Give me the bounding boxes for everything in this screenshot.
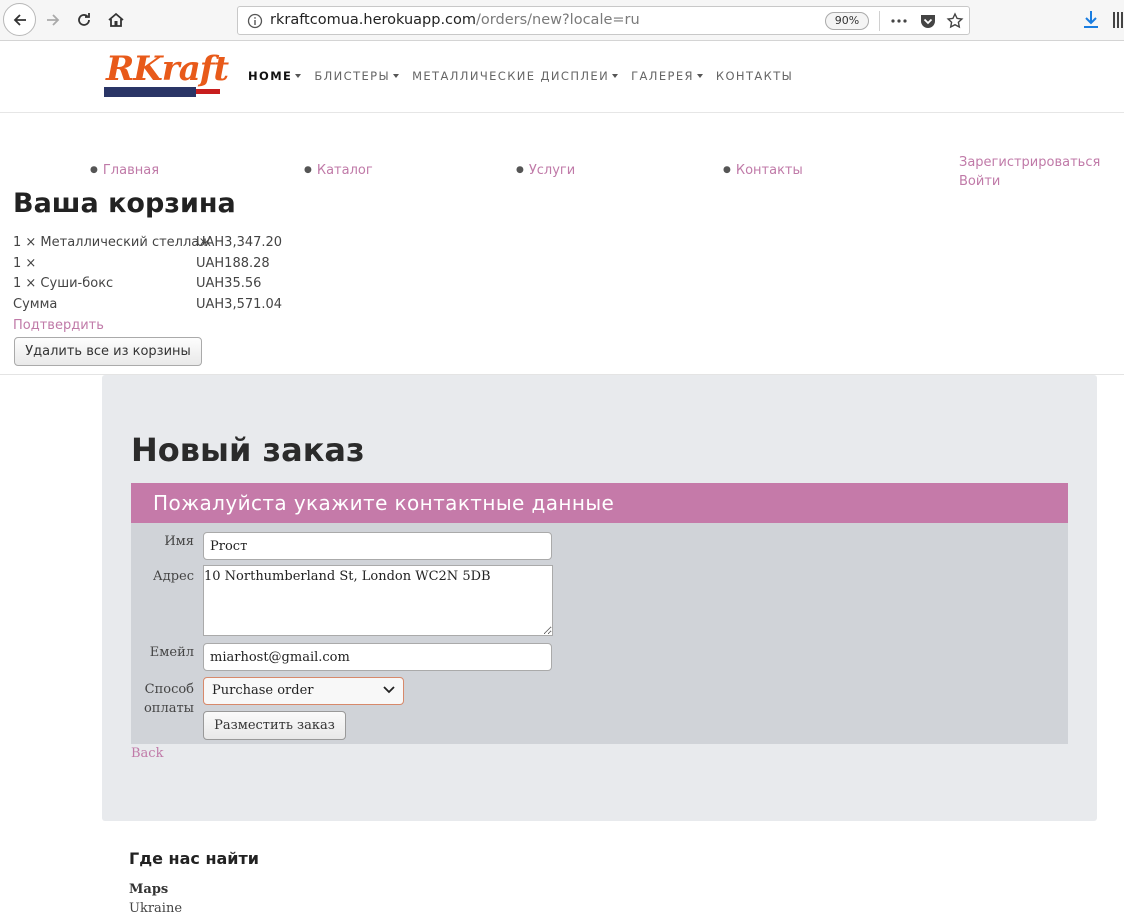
download-icon[interactable] bbox=[1082, 10, 1100, 30]
arrow-left-icon bbox=[13, 13, 26, 26]
info-icon[interactable] bbox=[247, 13, 263, 29]
order-form: Имя Адрес 10 Northumberland St, London W… bbox=[131, 523, 1068, 744]
bookmark-star-icon[interactable] bbox=[946, 12, 964, 30]
nav-contacts-label: КОНТАКТЫ bbox=[715, 69, 794, 83]
nav-contacts[interactable]: КОНТАКТЫ bbox=[716, 69, 793, 83]
cart-item-price: UAH3,347.20 bbox=[196, 235, 283, 250]
place-order-button[interactable]: Разместить заказ bbox=[203, 711, 346, 740]
payment-label: Способ оплаты bbox=[144, 680, 194, 718]
bullet-icon: ● bbox=[90, 165, 98, 175]
address-textarea[interactable]: 10 Northumberland St, London WC2N 5DB bbox=[203, 565, 553, 636]
clear-cart-button[interactable]: Удалить все из корзины bbox=[14, 337, 202, 366]
reload-icon bbox=[78, 13, 90, 26]
contact-banner-text: Пожалуйста укажите контактные данные bbox=[153, 491, 615, 515]
url-host: rkraftcomua.herokuapp.com bbox=[270, 12, 477, 28]
caret-down-icon bbox=[393, 74, 400, 78]
order-title: Новый заказ bbox=[131, 431, 365, 469]
payment-label-line-1: Способ bbox=[144, 682, 194, 697]
more-actions-icon[interactable] bbox=[890, 12, 908, 30]
site-header: RKraft HOME БЛИСТЕРЫ МЕТАЛЛИЧЕСКИЕ ДИСПЛ… bbox=[0, 41, 1124, 113]
cart-item-name: 1 × Металлический стеллаж bbox=[13, 235, 211, 250]
nav-blisters[interactable]: БЛИСТЕРЫ bbox=[314, 69, 400, 83]
browser-toolbar: rkraftcomua.herokuapp.com/orders/new?loc… bbox=[0, 0, 1124, 41]
subnav-item-services[interactable]: ● Услуги bbox=[516, 163, 575, 178]
bullet-icon: ● bbox=[723, 165, 731, 175]
cart-total-value: UAH3,571.04 bbox=[196, 296, 283, 312]
nav-gallery-label: ГАЛЕРЕЯ bbox=[631, 69, 694, 83]
forward-button[interactable] bbox=[37, 4, 69, 36]
subnav-item-catalog[interactable]: ● Каталог bbox=[304, 163, 373, 178]
subnav-catalog-label: Каталог bbox=[316, 163, 373, 178]
nav-home-label: HOME bbox=[248, 69, 293, 83]
contact-banner: Пожалуйста укажите контактные данные bbox=[131, 483, 1068, 523]
subnav-item-home[interactable]: ● Главная bbox=[90, 163, 159, 178]
email-input[interactable] bbox=[203, 643, 552, 671]
subnav-home-label: Главная bbox=[102, 163, 160, 178]
main-nav: HOME БЛИСТЕРЫ МЕТАЛЛИЧЕСКИЕ ДИСПЛЕИ ГАЛЕ… bbox=[248, 69, 806, 83]
bullet-icon: ● bbox=[304, 165, 312, 175]
cart-item-name: 1 × Суши-бокс bbox=[13, 276, 114, 292]
payment-label-line-2: оплаты bbox=[143, 701, 194, 716]
nav-metal-displays-label: МЕТАЛЛИЧЕСКИЕ ДИСПЛЕИ bbox=[412, 69, 610, 83]
footer-maps-heading: Maps bbox=[129, 882, 169, 897]
logo-text: RKraft bbox=[106, 49, 229, 89]
back-link[interactable]: Back bbox=[131, 746, 163, 761]
login-link[interactable]: Войти bbox=[959, 172, 1100, 191]
email-label: Емейл bbox=[149, 645, 194, 660]
cart-total-label: Сумма bbox=[13, 296, 58, 312]
nav-metal-displays[interactable]: МЕТАЛЛИЧЕСКИЕ ДИСПЛЕИ bbox=[412, 69, 619, 83]
rkraft-logo[interactable]: RKraft bbox=[104, 49, 229, 99]
back-button[interactable] bbox=[3, 3, 36, 36]
caret-down-icon bbox=[612, 74, 619, 78]
pocket-icon[interactable] bbox=[919, 12, 937, 30]
logo-accent bbox=[196, 89, 220, 94]
new-order-panel: Новый заказ Пожалуйста укажите контактны… bbox=[102, 375, 1097, 821]
cart-item-price: UAH188.28 bbox=[196, 255, 270, 271]
chevron-down-icon bbox=[383, 686, 395, 694]
url-separator bbox=[879, 11, 880, 31]
cart-item-name: 1 × bbox=[13, 255, 37, 271]
url-path: /orders/new?locale=ru bbox=[476, 12, 640, 28]
auth-links: Зарегистрироваться Войти bbox=[959, 153, 1100, 191]
zoom-badge[interactable]: 90% bbox=[825, 12, 869, 30]
subnav-services-label: Услуги bbox=[528, 163, 576, 178]
payment-method-value: Purchase order bbox=[212, 683, 314, 698]
address-label: Адрес bbox=[152, 569, 194, 584]
name-label: Имя bbox=[164, 534, 194, 549]
caret-down-icon bbox=[696, 74, 703, 78]
url-text[interactable]: rkraftcomua.herokuapp.com/orders/new?loc… bbox=[270, 12, 640, 28]
cart-item-price: UAH35.56 bbox=[196, 276, 262, 292]
home-icon bbox=[108, 12, 124, 27]
footer-title: Где нас найти bbox=[129, 849, 259, 868]
logo-underline bbox=[104, 87, 196, 97]
subnav-item-contacts[interactable]: ● Контакты bbox=[723, 163, 803, 178]
subnav-contacts-label: Контакты bbox=[735, 163, 803, 178]
address-bar[interactable]: rkraftcomua.herokuapp.com/orders/new?loc… bbox=[237, 6, 970, 35]
name-input[interactable] bbox=[203, 532, 552, 560]
home-button[interactable] bbox=[100, 4, 132, 36]
footer-country: Ukraine bbox=[129, 901, 183, 913]
bullet-icon: ● bbox=[516, 165, 524, 175]
library-icon[interactable] bbox=[1112, 10, 1124, 30]
caret-down-icon bbox=[295, 74, 302, 78]
cart-title: Ваша корзина bbox=[13, 188, 236, 219]
nav-blisters-label: БЛИСТЕРЫ bbox=[314, 69, 391, 83]
reload-button[interactable] bbox=[68, 4, 100, 36]
confirm-link[interactable]: Подтвердить bbox=[13, 318, 104, 333]
nav-gallery[interactable]: ГАЛЕРЕЯ bbox=[631, 69, 703, 83]
nav-home[interactable]: HOME bbox=[248, 69, 302, 83]
arrow-right-icon bbox=[47, 14, 60, 26]
payment-method-select[interactable]: Purchase order bbox=[203, 677, 404, 705]
register-link[interactable]: Зарегистрироваться bbox=[959, 153, 1100, 172]
